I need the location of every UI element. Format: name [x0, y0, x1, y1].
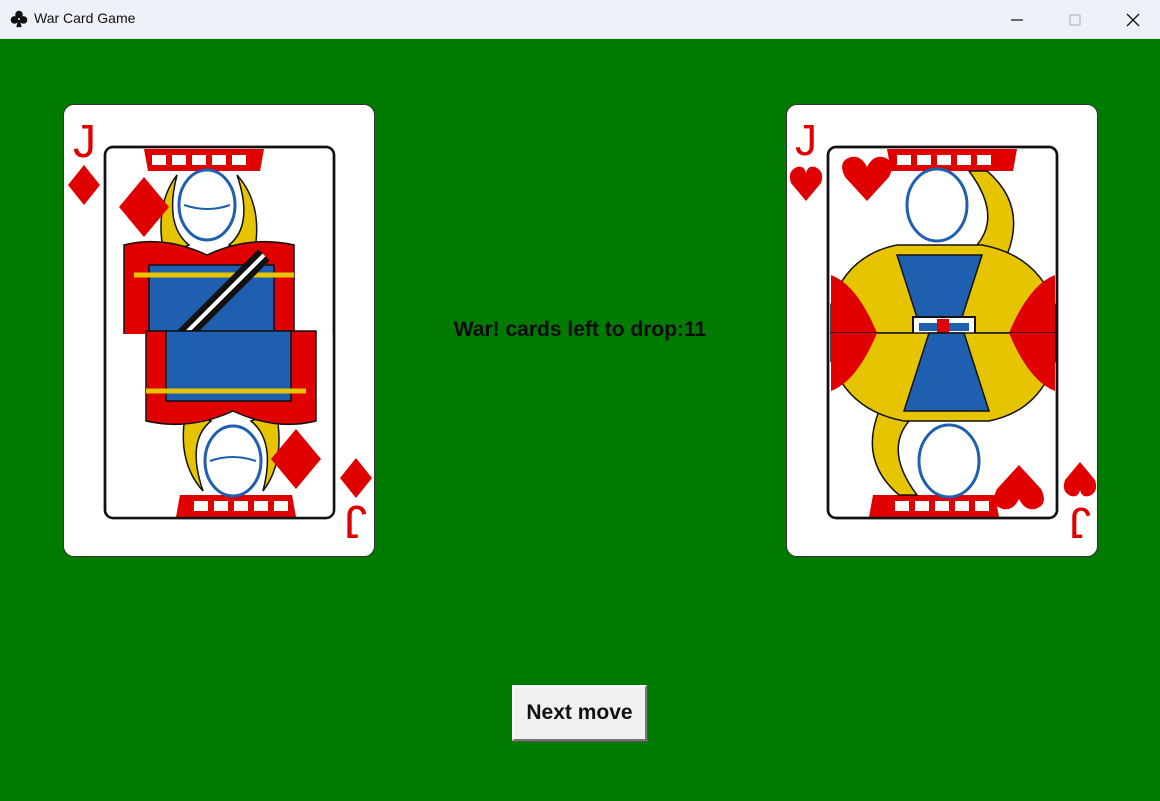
next-move-label: Next move	[526, 701, 633, 724]
opponent-card-jack-of-hearts: J J	[786, 104, 1098, 557]
window-title: War Card Game	[34, 10, 136, 26]
next-move-button[interactable]: Next move	[512, 685, 647, 741]
title-bar: War Card Game	[0, 0, 1160, 39]
maximize-icon	[1069, 14, 1081, 25]
card-rank-bottom: J	[344, 496, 367, 548]
card-rank-bottom: J	[1069, 498, 1091, 547]
game-status-text: War! cards left to drop:11	[453, 318, 707, 341]
player-card-jack-of-diamonds: J J	[63, 104, 375, 557]
heart-suit-icon	[789, 166, 823, 201]
minimize-icon	[1011, 18, 1023, 21]
close-icon	[1126, 13, 1140, 26]
minimize-button[interactable]	[988, 0, 1046, 39]
maximize-button[interactable]	[1046, 0, 1104, 39]
club-icon	[10, 10, 28, 28]
card-rank-top: J	[73, 115, 96, 167]
diamond-suit-icon	[68, 165, 100, 205]
card-rank-top: J	[795, 116, 817, 165]
close-button[interactable]	[1104, 0, 1160, 39]
